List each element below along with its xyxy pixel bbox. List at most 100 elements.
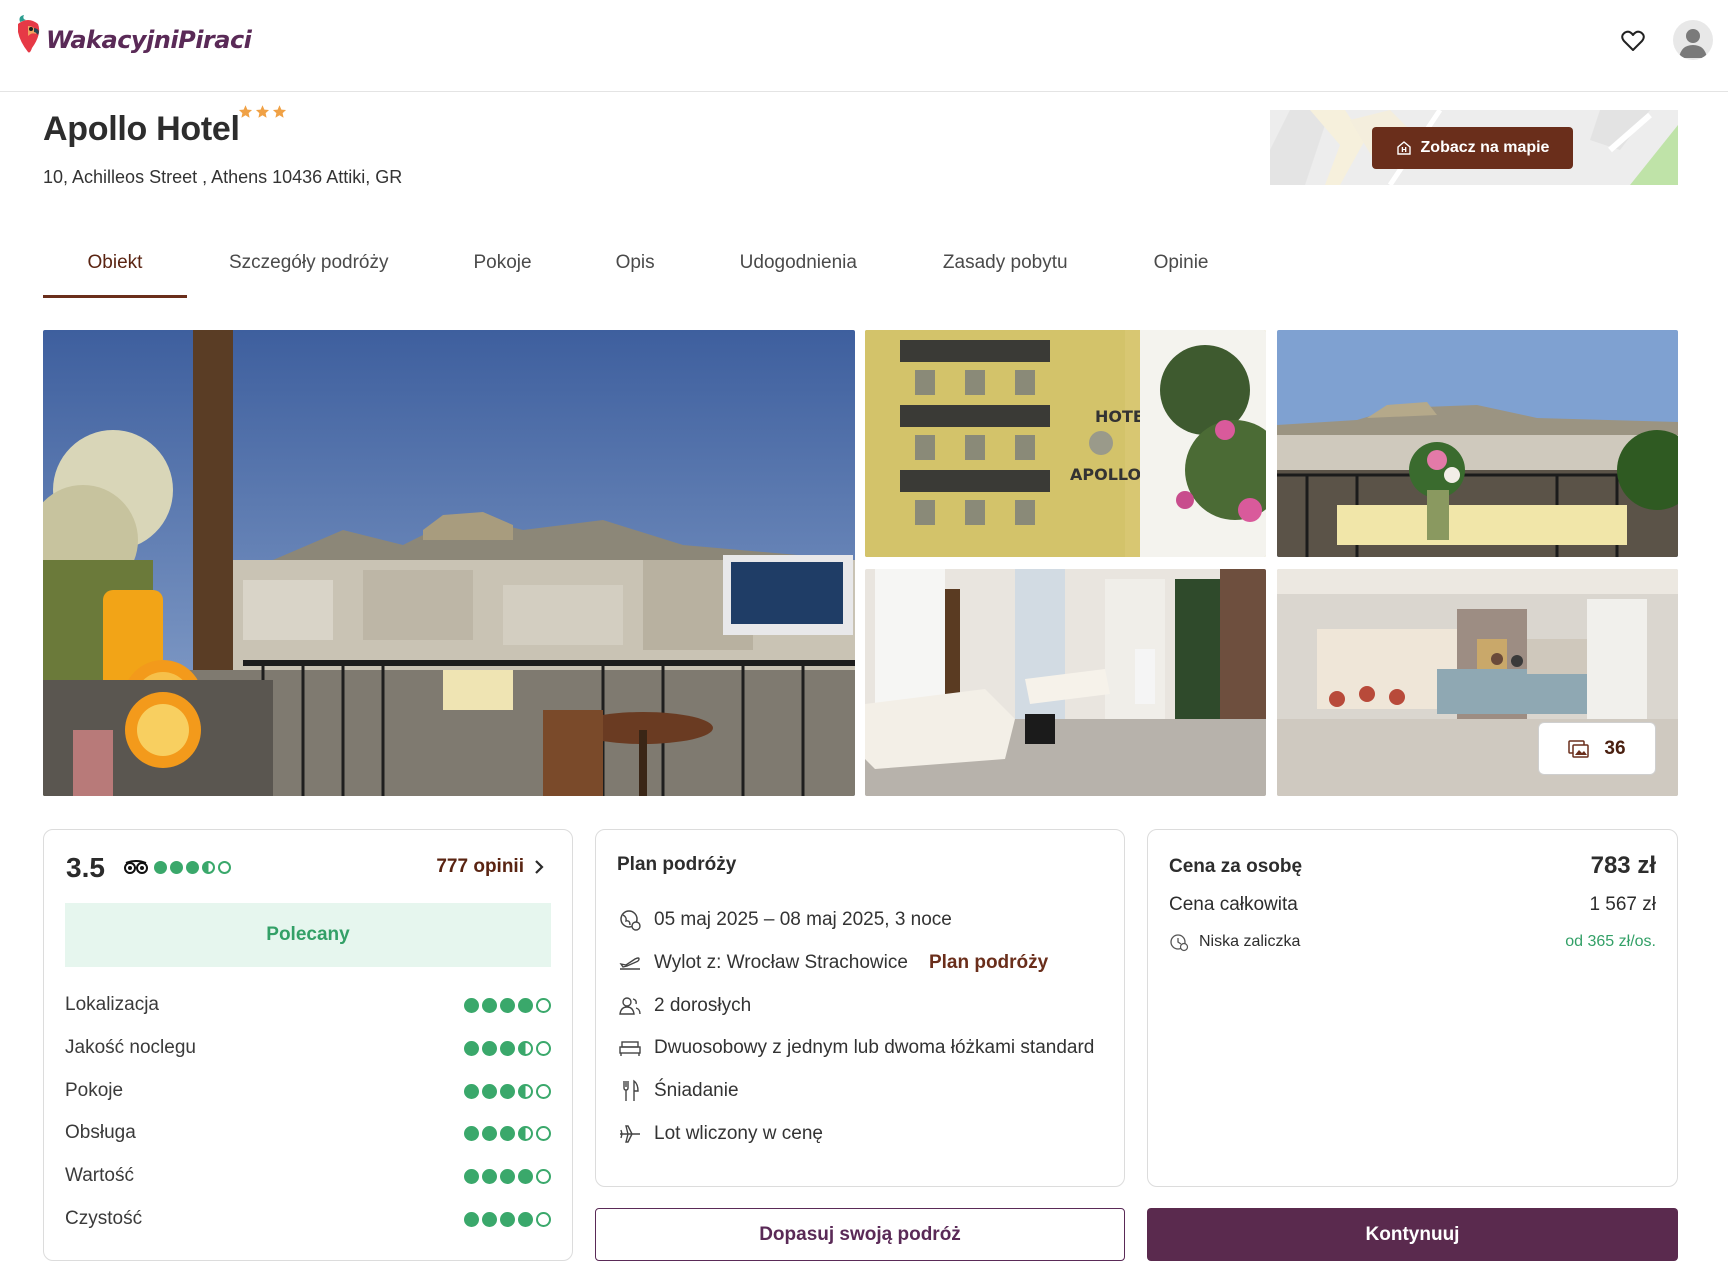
rating-category-dots [464,1125,551,1141]
rating-category-dots [464,1211,551,1227]
plane-departure-icon [617,950,643,976]
flight-row: Lot wliczony w cenę [617,1121,823,1147]
lobby-sofas-image [865,569,1266,796]
reviews-count: 777 opinii [436,856,524,877]
coin-clock-icon [1170,934,1189,952]
rating-dot [464,1168,479,1184]
rating-dot [482,1125,497,1141]
tab-szczegoly-podrozy[interactable]: Szczegóły podróży [229,242,388,298]
tab-opis[interactable]: Opis [616,242,655,298]
rating-card: 3.5 777 opinii Polecany Lokalizacja Jako… [43,829,573,1261]
hotel-name: Apollo Hotel [43,110,240,148]
rating-category-row: Czystość [65,1207,551,1231]
star-icon [238,105,253,118]
rating-dot [464,1083,479,1099]
total-price-label: Cena całkowita [1169,894,1298,915]
rating-dot [500,997,515,1013]
tab-zasady-pobytu[interactable]: Zasady pobytu [943,242,1068,298]
chevron-right-icon [535,860,544,874]
trip-plan-link[interactable]: Plan podróży [929,952,1048,974]
rating-category-label: Obsługa [65,1122,136,1143]
rating-dot [482,1083,497,1099]
rating-dot [500,1083,515,1099]
rating-dot [518,1040,533,1056]
parrot-logo-icon [18,15,40,53]
photo-rooftop-acropolis[interactable] [1277,330,1678,557]
favorites-button[interactable] [1616,24,1650,58]
cutlery-icon [617,1078,643,1104]
departure-row: Wylot z: Wrocław Strachowice Plan podróż… [617,950,1048,976]
trip-dates: 05 maj 2025 – 08 maj 2025, 3 noce [654,909,952,930]
recommended-badge: Polecany [65,903,551,967]
rating-category-dots [464,997,551,1013]
hotel-facade-image: HOTEL APOLLO [865,330,1266,557]
rating-category-row: Pokoje [65,1079,551,1103]
total-price: 1 567 zł [1589,894,1656,915]
rating-category-label: Jakość noclegu [65,1037,196,1058]
hotel-stars [238,104,287,119]
rating-dot [500,1125,515,1141]
star-icon [255,105,270,118]
rating-category-row: Obsługa [65,1121,551,1145]
room-row: Dwuosobowy z jednym lub dwoma łóżkami st… [617,1035,1094,1061]
rating-dot [518,997,533,1013]
room-type: Dwuosobowy z jednym lub dwoma łóżkami st… [654,1037,1095,1058]
gallery-count: 36 [1604,737,1626,759]
rating-dot [500,1040,515,1056]
gallery-count-button[interactable]: 36 [1538,722,1656,775]
tab-obiekt[interactable]: Obiekt [43,242,187,298]
show-on-map-button[interactable]: H Zobacz na mapie [1372,127,1573,169]
rating-category-label: Lokalizacja [65,994,159,1015]
rating-dot [518,1211,533,1227]
rating-dot [536,1168,551,1184]
deposit-value: od 365 zł/os. [1565,933,1656,950]
rating-dot [218,860,231,874]
photo-lobby-sofas[interactable] [865,569,1266,796]
user-avatar[interactable] [1673,20,1713,60]
rating-dot [536,997,551,1013]
hotel-address: 10, Achilleos Street , Athens 10436 Atti… [43,167,403,187]
brand-name: WakacyjniPiraci [46,26,252,54]
rating-category-label: Pokoje [65,1080,124,1101]
rating-dot [482,1211,497,1227]
customize-trip-button[interactable]: Dopasuj swoją podróż [595,1208,1125,1261]
rating-dot [202,860,215,874]
rating-dot [518,1083,533,1099]
board-row: Śniadanie [617,1078,739,1104]
svg-text:APOLLO: APOLLO [1070,465,1141,484]
reviews-link[interactable]: 777 opinii [436,856,544,878]
svg-text:H: H [1401,146,1407,154]
rating-dot [464,997,479,1013]
tab-udogodnienia[interactable]: Udogodnienia [740,242,857,298]
brand-logo[interactable]: WakacyjniPiraci [14,14,252,56]
departure-airport: Wylot z: Wrocław Strachowice [654,952,908,973]
gallery-icon [1568,739,1590,758]
deposit-label: Niska zaliczka [1199,933,1301,950]
calendar-globe-icon [617,907,643,933]
rating-category-row: Lokalizacja [65,993,551,1017]
rating-dot [536,1083,551,1099]
rating-category-dots [464,1083,551,1099]
rating-dot [186,860,199,874]
rooftop-view-image [1277,330,1678,557]
rating-category-dots [464,1168,551,1184]
plane-icon [617,1121,643,1147]
rating-dot [518,1125,533,1141]
price-per-person: 783 zł [1590,852,1656,879]
rating-dot [536,1125,551,1141]
tab-pokoje[interactable]: Pokoje [473,242,531,298]
rating-dot [482,997,497,1013]
rating-dot [518,1168,533,1184]
guests: 2 dorosłych [654,995,752,1016]
rating-dot [536,1211,551,1227]
bed-icon [617,1035,643,1061]
photo-hotel-facade[interactable]: HOTEL APOLLO [865,330,1266,557]
tab-opinie[interactable]: Opinie [1154,242,1209,298]
rating-category-dots [464,1040,551,1056]
main-photo-terrace[interactable] [43,330,855,796]
rating-dot [482,1040,497,1056]
trip-dates-row: 05 maj 2025 – 08 maj 2025, 3 noce [617,907,952,933]
continue-button[interactable]: Kontynuuj [1147,1208,1678,1261]
rating-dot [500,1168,515,1184]
rating-dot [464,1125,479,1141]
